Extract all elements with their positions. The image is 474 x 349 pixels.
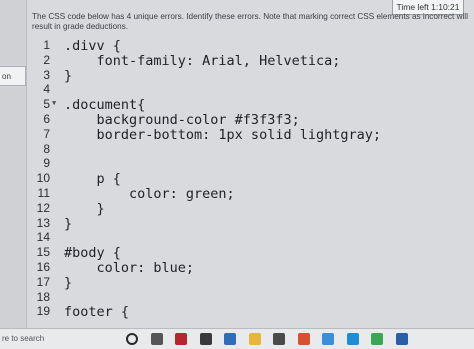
cortana-circle-icon[interactable] — [126, 333, 138, 345]
code-text: } — [64, 200, 105, 217]
line-number: 6 — [43, 112, 50, 126]
line-number: 3 — [43, 67, 50, 82]
calculator-icon[interactable] — [395, 333, 408, 345]
line-number: 19 — [36, 304, 50, 319]
question-text: The CSS code below has 4 unique errors. … — [32, 12, 468, 31]
folder-icon[interactable] — [248, 333, 261, 345]
line-number: 15 — [36, 245, 50, 260]
line-number: 4 — [43, 82, 50, 97]
line-number: 18 — [36, 289, 50, 304]
left-nav-tab[interactable]: on — [0, 66, 26, 86]
code-text: border-bottom: 1px solid lightgray; — [64, 126, 381, 143]
store-bag-icon[interactable] — [199, 333, 212, 345]
code-text: p { — [64, 171, 121, 188]
line-number: 10 — [36, 171, 50, 186]
code-text: footer { — [64, 304, 130, 321]
line-number: 16 — [36, 260, 50, 274]
chrome-icon[interactable] — [371, 333, 383, 345]
code-text: font-family: Arial, Helvetica; — [64, 52, 341, 69]
fold-arrow-icon[interactable]: ▼ — [52, 99, 56, 107]
line-number: 17 — [36, 274, 50, 289]
taskbar-search-box[interactable]: re to search — [0, 329, 120, 349]
line-number: 9 — [43, 156, 50, 171]
photos-icon[interactable] — [322, 333, 334, 345]
line-number: 8 — [43, 141, 50, 156]
line-number: 5 — [43, 97, 50, 112]
mail-icon[interactable] — [224, 333, 236, 345]
gamepad-icon[interactable] — [273, 333, 285, 345]
code-text: } — [64, 274, 73, 291]
taskbar: re to search — [0, 328, 474, 349]
app-red-icon[interactable] — [175, 333, 187, 345]
css-code-block: 1 .divv { 2 font-family: Arial, Helvetica;… — [30, 38, 474, 328]
line-number: 13 — [36, 215, 50, 230]
code-text: color: green; — [64, 186, 235, 202]
code-text: #body { — [64, 245, 121, 262]
line-number: 2 — [43, 52, 50, 67]
code-text: .document{ — [64, 97, 146, 114]
line-number: 11 — [37, 186, 50, 200]
task-view-icon[interactable] — [150, 333, 163, 345]
code-text: } — [64, 67, 73, 84]
line-number: 7 — [43, 126, 50, 141]
line-number: 1 — [43, 38, 50, 52]
code-text: background-color #f3f3f3; — [64, 112, 300, 128]
media-icon[interactable] — [297, 333, 310, 345]
code-text: color: blue; — [64, 260, 195, 276]
left-sidebar — [0, 0, 27, 348]
line-number: 14 — [36, 230, 50, 245]
code-text: } — [64, 215, 73, 232]
code-text: .divv { — [64, 38, 121, 54]
line-number: 12 — [36, 200, 50, 215]
edge-icon[interactable] — [346, 333, 359, 345]
